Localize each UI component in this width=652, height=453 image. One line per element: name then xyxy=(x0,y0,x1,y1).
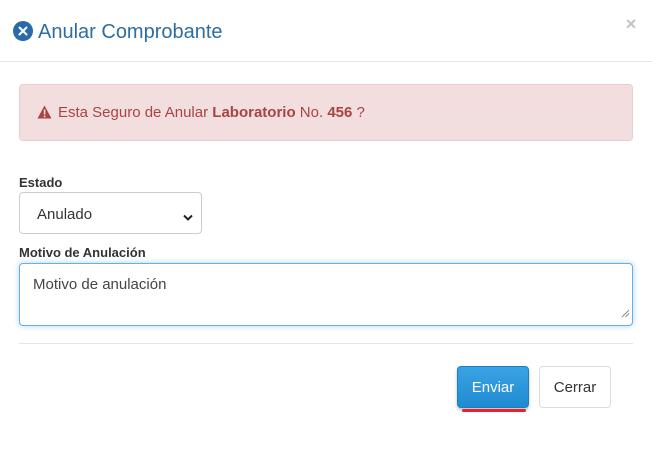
close-icon[interactable]: × xyxy=(622,14,640,34)
alert-prefix: Esta Seguro de Anular xyxy=(58,104,209,121)
submit-button[interactable]: Enviar xyxy=(457,366,529,408)
alert-message: Esta Seguro de Anular Laboratorio No. 45… xyxy=(37,104,365,122)
chevron-down-icon xyxy=(183,209,193,227)
resize-grip-icon[interactable] xyxy=(621,305,630,323)
alert-entity: Laboratorio xyxy=(212,104,296,121)
confirmation-alert: Esta Seguro de Anular Laboratorio No. 45… xyxy=(19,84,633,141)
warning-triangle-icon xyxy=(37,105,52,124)
alert-number: 456 xyxy=(327,104,353,121)
modal-header: Anular Comprobante × xyxy=(0,0,652,62)
close-button[interactable]: Cerrar xyxy=(539,366,611,408)
motivo-label: Motivo de Anulación xyxy=(19,245,146,260)
motivo-text: Motivo de anulación xyxy=(33,276,167,293)
footer-divider xyxy=(19,343,633,344)
modal-title: Anular Comprobante xyxy=(38,21,223,43)
times-circle-icon xyxy=(13,21,33,41)
alert-suffix: ? xyxy=(356,104,365,121)
estado-select[interactable]: Anulado xyxy=(19,192,202,234)
motivo-textarea[interactable]: Motivo de anulación xyxy=(19,263,633,326)
estado-selected-value: Anulado xyxy=(37,206,93,223)
alert-no-label: No. xyxy=(299,104,324,121)
highlight-underline xyxy=(462,409,526,412)
estado-label: Estado xyxy=(19,175,63,190)
